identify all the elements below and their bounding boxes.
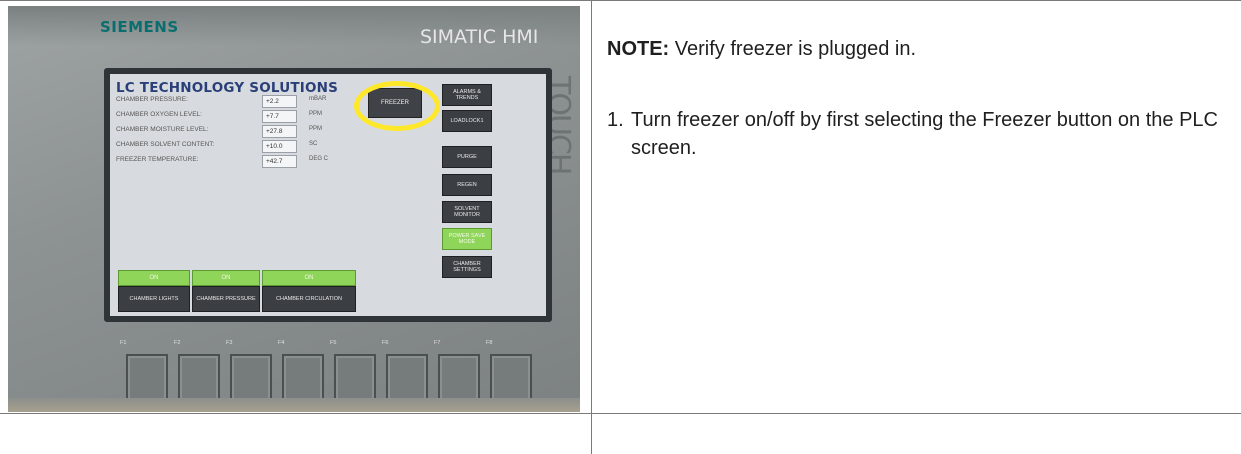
freezer-highlight-circle <box>354 81 440 131</box>
screen-title: LC TECHNOLOGY SOLUTIONS <box>116 80 339 96</box>
hmi-screen: LC TECHNOLOGY SOLUTIONS CHAMBER PRESSURE… <box>104 68 552 322</box>
chamber-lights-button[interactable]: CHAMBER LIGHTS <box>118 286 190 312</box>
reading-label: CHAMBER OXYGEN LEVEL: <box>116 111 202 118</box>
reading-row: CHAMBER SOLVENT CONTENT: +10.0 SC <box>116 140 386 154</box>
power-save-mode-button[interactable]: POWER SAVE MODE <box>442 228 492 250</box>
chamber-pressure-button[interactable]: CHAMBER PRESSURE <box>192 286 260 312</box>
reading-unit: DEG C <box>309 156 329 162</box>
reading-value: +42.7 <box>262 155 297 168</box>
step-number: 1. <box>607 109 624 131</box>
reading-row: FREEZER TEMPERATURE: +42.7 DEG C <box>116 155 386 169</box>
reading-row: CHAMBER OXYGEN LEVEL: +7.7 PPM <box>116 110 386 124</box>
chamber-circulation-button[interactable]: CHAMBER CIRCULATION <box>262 286 356 312</box>
function-key-label: F1 <box>120 340 127 346</box>
reading-label: CHAMBER PRESSURE: <box>116 96 188 103</box>
reading-label: CHAMBER SOLVENT CONTENT: <box>116 141 215 148</box>
function-key-label: F5 <box>330 340 337 346</box>
purge-button[interactable]: PURGE <box>442 146 492 168</box>
function-key-label: F2 <box>174 340 181 346</box>
hmi-photo: SIEMENS SIMATIC HMI TOUCH LC TECHNOLOGY … <box>8 6 580 412</box>
reading-value: +10.0 <box>262 140 297 153</box>
reading-unit: PPM <box>309 126 323 132</box>
function-key-label: F6 <box>382 340 389 346</box>
reading-label: CHAMBER MOISTURE LEVEL: <box>116 126 209 133</box>
regen-button[interactable]: REGEN <box>442 174 492 196</box>
table-column-divider <box>591 0 592 454</box>
table-row-divider <box>0 413 1241 414</box>
reading-row: CHAMBER MOISTURE LEVEL: +27.8 PPM <box>116 125 386 139</box>
function-key-label: F3 <box>226 340 233 346</box>
step-text: Turn freezer on/off by first selecting t… <box>631 109 1218 159</box>
reading-unit: SC <box>309 141 318 147</box>
table-border-top <box>0 0 1241 1</box>
note-text: Verify freezer is plugged in. <box>669 38 917 60</box>
reading-row: CHAMBER PRESSURE: +2.2 mBAR <box>116 95 386 109</box>
reading-value: +27.8 <box>262 125 297 138</box>
pressure-status-on[interactable]: ON <box>192 270 260 286</box>
note-line: NOTE: Verify freezer is plugged in. <box>607 38 916 61</box>
note-label: NOTE: <box>607 38 670 60</box>
loadlock-button[interactable]: LOADLOCK1 <box>442 110 492 132</box>
reading-label: FREEZER TEMPERATURE: <box>116 156 199 163</box>
function-key-label: F4 <box>278 340 285 346</box>
siemens-logo: SIEMENS <box>100 18 179 36</box>
chamber-settings-button[interactable]: CHAMBER SETTINGS <box>442 256 492 278</box>
lights-status-on[interactable]: ON <box>118 270 190 286</box>
hmi-model-label: SIMATIC HMI <box>420 26 539 48</box>
reading-value: +7.7 <box>262 110 297 123</box>
bezel-bottom <box>8 398 580 412</box>
reading-value: +2.2 <box>262 95 297 108</box>
reading-unit: mBAR <box>309 96 327 102</box>
reading-unit: PPM <box>309 111 323 117</box>
function-key-label: F7 <box>434 340 441 346</box>
circulation-status-on[interactable]: ON <box>262 270 356 286</box>
function-key-label: F8 <box>486 340 493 346</box>
alarms-trends-button[interactable]: ALARMS & TRENDS <box>442 84 492 106</box>
solvent-monitor-button[interactable]: SOLVENT MONITOR <box>442 201 492 223</box>
